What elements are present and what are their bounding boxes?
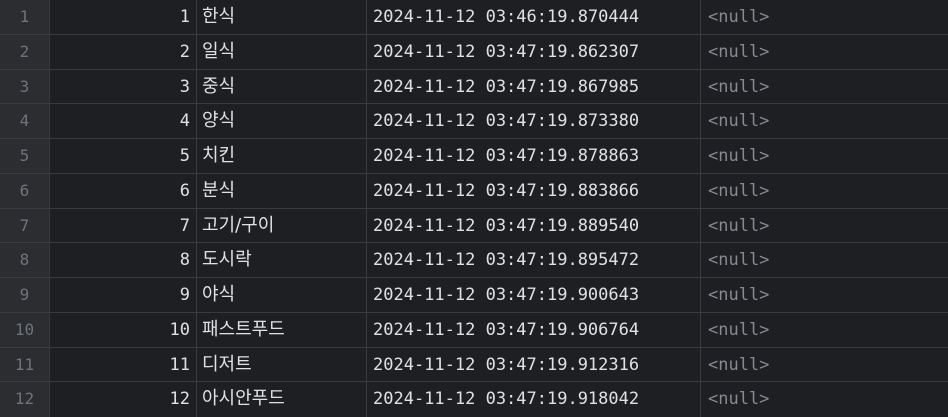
null-cell[interactable]: <null> — [701, 382, 948, 417]
row-number[interactable]: 9 — [0, 278, 50, 312]
table-row[interactable]: 10 10 패스트푸드 2024-11-12 03:47:19.906764 <… — [0, 312, 948, 348]
id-cell[interactable]: 7 — [50, 208, 197, 243]
name-cell[interactable]: 양식 — [197, 104, 367, 138]
name-cell[interactable]: 패스트푸드 — [197, 312, 367, 347]
row-number[interactable]: 5 — [0, 139, 50, 173]
id-cell[interactable]: 6 — [50, 173, 197, 208]
name-cell[interactable]: 분식 — [197, 173, 367, 208]
null-cell[interactable]: <null> — [701, 209, 948, 243]
timestamp-cell[interactable]: 2024-11-12 03:47:19.900643 — [367, 278, 701, 312]
timestamp-cell[interactable]: 2024-11-12 03:47:19.912316 — [367, 347, 701, 382]
id-cell[interactable]: 4 — [50, 104, 197, 138]
timestamp-cell[interactable]: 2024-11-12 03:47:19.873380 — [367, 104, 701, 138]
table-row[interactable]: 1 1 한식 2024-11-12 03:46:19.870444 <null> — [0, 0, 948, 35]
timestamp-cell[interactable]: 2024-11-12 03:47:19.918042 — [367, 382, 701, 417]
row-number[interactable]: 8 — [0, 243, 50, 277]
row-number[interactable]: 3 — [0, 69, 50, 104]
row-number[interactable]: 6 — [0, 173, 50, 208]
name-cell[interactable]: 중식 — [197, 69, 367, 104]
table-row[interactable]: 12 12 아시안푸드 2024-11-12 03:47:19.918042 <… — [0, 382, 948, 417]
id-cell[interactable]: 1 — [50, 0, 197, 34]
null-cell[interactable]: <null> — [701, 174, 948, 208]
table-row[interactable]: 9 9 야식 2024-11-12 03:47:19.900643 <null> — [0, 278, 948, 313]
null-cell[interactable]: <null> — [701, 70, 948, 104]
row-number[interactable]: 4 — [0, 104, 50, 138]
table-row[interactable]: 2 2 일식 2024-11-12 03:47:19.862307 <null> — [0, 34, 948, 70]
id-cell[interactable]: 2 — [50, 34, 197, 69]
timestamp-cell[interactable]: 2024-11-12 03:47:19.889540 — [367, 208, 701, 243]
table-row[interactable]: 3 3 중식 2024-11-12 03:47:19.867985 <null> — [0, 69, 948, 105]
timestamp-cell[interactable]: 2024-11-12 03:47:19.906764 — [367, 312, 701, 347]
result-grid: 1 1 한식 2024-11-12 03:46:19.870444 <null>… — [0, 0, 948, 417]
null-cell[interactable]: <null> — [701, 35, 948, 69]
name-cell[interactable]: 고기/구이 — [197, 208, 367, 243]
id-cell[interactable]: 5 — [50, 139, 197, 173]
row-number[interactable]: 7 — [0, 208, 50, 243]
id-cell[interactable]: 11 — [50, 347, 197, 382]
row-number[interactable]: 12 — [0, 382, 50, 417]
name-cell[interactable]: 도시락 — [197, 243, 367, 277]
null-cell[interactable]: <null> — [701, 243, 948, 277]
timestamp-cell[interactable]: 2024-11-12 03:47:19.878863 — [367, 139, 701, 173]
id-cell[interactable]: 10 — [50, 312, 197, 347]
timestamp-cell[interactable]: 2024-11-12 03:47:19.883866 — [367, 173, 701, 208]
id-cell[interactable]: 12 — [50, 382, 197, 417]
name-cell[interactable]: 야식 — [197, 278, 367, 312]
name-cell[interactable]: 아시안푸드 — [197, 382, 367, 417]
table-row[interactable]: 8 8 도시락 2024-11-12 03:47:19.895472 <null… — [0, 243, 948, 278]
name-cell[interactable]: 일식 — [197, 34, 367, 69]
null-cell[interactable]: <null> — [701, 278, 948, 312]
name-cell[interactable]: 디저트 — [197, 347, 367, 382]
id-cell[interactable]: 9 — [50, 278, 197, 312]
row-number[interactable]: 1 — [0, 0, 50, 34]
table-row[interactable]: 11 11 디저트 2024-11-12 03:47:19.912316 <nu… — [0, 347, 948, 383]
name-cell[interactable]: 한식 — [197, 0, 367, 34]
row-number[interactable]: 11 — [0, 347, 50, 382]
null-cell[interactable]: <null> — [701, 313, 948, 347]
id-cell[interactable]: 8 — [50, 243, 197, 277]
timestamp-cell[interactable]: 2024-11-12 03:47:19.867985 — [367, 69, 701, 104]
name-cell[interactable]: 치킨 — [197, 139, 367, 173]
id-cell[interactable]: 3 — [50, 69, 197, 104]
timestamp-cell[interactable]: 2024-11-12 03:46:19.870444 — [367, 0, 701, 34]
table-row[interactable]: 6 6 분식 2024-11-12 03:47:19.883866 <null> — [0, 173, 948, 209]
row-number[interactable]: 10 — [0, 312, 50, 347]
table-row[interactable]: 4 4 양식 2024-11-12 03:47:19.873380 <null> — [0, 104, 948, 139]
timestamp-cell[interactable]: 2024-11-12 03:47:19.862307 — [367, 34, 701, 69]
table-row[interactable]: 5 5 치킨 2024-11-12 03:47:19.878863 <null> — [0, 139, 948, 174]
null-cell[interactable]: <null> — [701, 348, 948, 382]
row-number[interactable]: 2 — [0, 34, 50, 69]
null-cell[interactable]: <null> — [701, 104, 948, 138]
null-cell[interactable]: <null> — [701, 0, 948, 34]
timestamp-cell[interactable]: 2024-11-12 03:47:19.895472 — [367, 243, 701, 277]
null-cell[interactable]: <null> — [701, 139, 948, 173]
table-row[interactable]: 7 7 고기/구이 2024-11-12 03:47:19.889540 <nu… — [0, 208, 948, 244]
